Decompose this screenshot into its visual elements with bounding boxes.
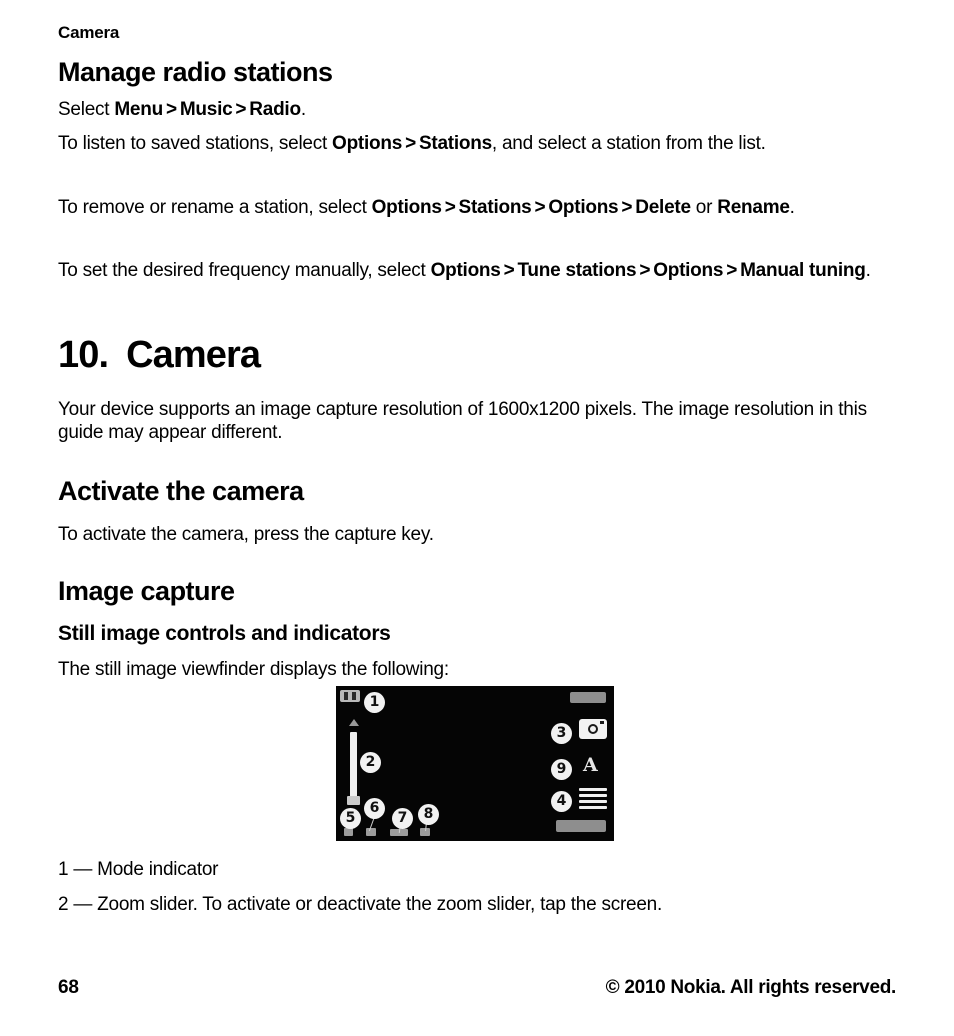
auto-mode-icon[interactable]: A [583,756,598,775]
path-separator: > [534,197,546,218]
caption-number: 1 [58,859,69,880]
remove-mid: or [690,197,718,218]
paragraph-listen-stations: To listen to saved stations, select Opti… [58,132,896,155]
footer-copyright: © 2010 Nokia. All rights reserved. [605,977,897,998]
path-separator: > [621,197,633,218]
caption-1: 1 — Mode indicator [58,858,896,881]
zoom-slider-track[interactable] [350,732,357,804]
remove-trail: . [789,197,795,218]
path-item-radio: Radio [249,99,301,120]
caption-number: 2 [58,894,69,915]
chapter-number: 10. [58,334,109,376]
select-lead: Select [58,99,115,120]
path-item-delete: Delete [635,197,691,218]
softkey-bar-top [570,692,606,703]
running-header: Camera [58,23,120,42]
callout-2: 2 [360,752,381,773]
path-separator: > [726,260,738,281]
path-item-options-2: Options [548,197,619,218]
paragraph-activate-camera: To activate the camera, press the captur… [58,523,896,546]
callout-6: 6 [364,798,385,819]
status-glyph-flash [344,828,353,836]
path-separator: > [235,99,247,120]
path-item-options: Options [332,133,403,154]
callout-8: 8 [418,804,439,825]
zoom-up-arrow-icon [349,719,359,726]
page: Camera Manage radio stations Select Menu… [58,0,896,1036]
list-icon[interactable] [579,788,607,809]
path-item-rename: Rename [717,197,790,218]
softkey-bar-bottom [556,820,606,832]
paragraph-resolution: Your device supports an image capture re… [58,398,896,444]
section-heading-image-capture: Image capture [58,576,896,606]
section-heading-manage-radio: Manage radio stations [58,57,896,87]
callout-9: 9 [551,759,572,780]
callout-4: 4 [551,791,572,812]
page-footer: 68 © 2010 Nokia. All rights reserved. [58,977,896,1003]
path-item-options-2: Options [653,260,724,281]
path-item-stations: Stations [418,133,492,154]
path-separator: > [639,260,651,281]
path-item-options: Options [371,197,442,218]
subheading-still-image-controls: Still image controls and indicators [58,622,896,646]
chapter-name: Camera [126,334,261,376]
image-capture-heading: Image capture [58,576,235,606]
select-trail: . [300,99,306,120]
caption-dash: — [73,859,93,880]
freq-trail: . [865,260,871,281]
path-item-tune-stations: Tune stations [517,260,637,281]
paragraph-manual-frequency: To set the desired frequency manually, s… [58,259,896,282]
zoom-slider-thumb[interactable] [347,796,360,805]
listen-trail: , and select a station from the list. [491,133,766,154]
caption-text: Mode indicator [97,859,219,880]
callout-7: 7 [392,808,413,829]
remove-lead: To remove or rename a station, select [58,197,372,218]
callout-3: 3 [551,723,572,744]
path-separator: > [405,133,416,154]
viewfinder-intro-text: The still image viewfinder displays the … [58,659,449,680]
mode-indicator-icon [340,690,360,702]
path-item-music: Music [179,99,233,120]
manage-radio-heading: Manage radio stations [58,57,333,87]
caption-text: Zoom slider. To activate or deactivate t… [97,894,663,915]
status-glyph-white-balance [366,828,376,836]
listen-lead: To listen to saved stations, select [58,133,333,154]
footer-page-number: 68 [58,977,79,998]
freq-lead: To set the desired frequency manually, s… [58,260,431,281]
callout-1: 1 [364,692,385,713]
caption-dash: — [73,894,93,915]
paragraph-viewfinder-intro: The still image viewfinder displays the … [58,658,896,681]
chapter-title: 10. Camera [58,336,896,375]
path-separator: > [165,99,177,120]
paragraph-remove-rename: To remove or rename a station, select Op… [58,196,896,219]
path-item-options: Options [430,260,501,281]
path-item-menu: Menu [114,99,163,120]
resolution-text: Your device supports an image capture re… [58,399,867,444]
caption-2: 2 — Zoom slider. To activate or deactiva… [58,893,896,916]
viewfinder-figure: A 1 2 3 9 4 5678 [336,686,614,841]
camera-icon[interactable] [579,719,607,739]
paragraph-select-path: Select Menu > Music > Radio. [58,98,896,121]
path-separator: > [444,197,456,218]
still-image-subheading: Still image controls and indicators [58,622,391,645]
activate-camera-text: To activate the camera, press the captur… [58,524,434,545]
path-item-manual-tuning: Manual tuning [740,260,866,281]
path-separator: > [503,260,515,281]
activate-camera-heading: Activate the camera [58,476,304,506]
path-item-stations: Stations [458,197,532,218]
section-heading-activate-camera: Activate the camera [58,476,896,506]
callout-5: 5 [340,808,361,829]
